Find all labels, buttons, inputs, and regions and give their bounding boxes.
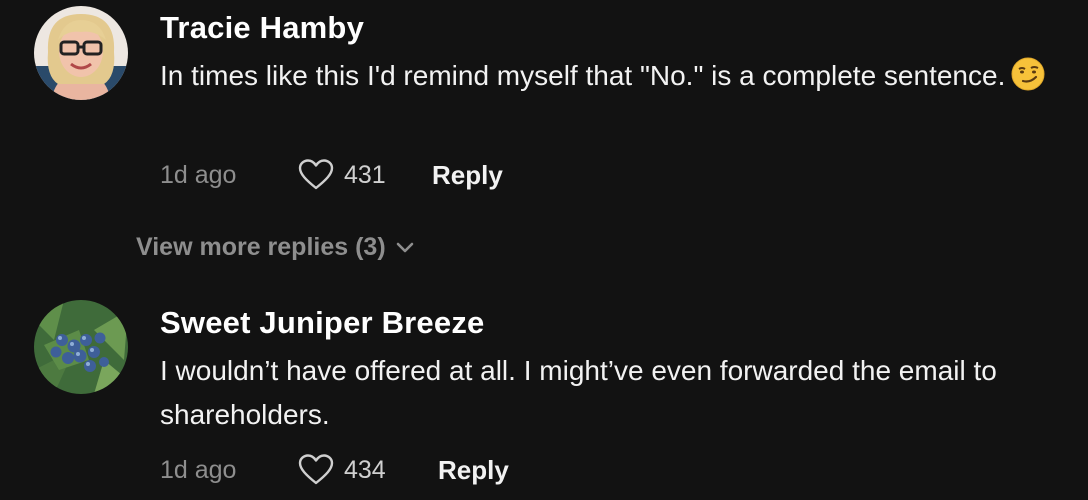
avatar[interactable]: [34, 300, 128, 394]
heart-icon: [298, 159, 334, 190]
like-count: 431: [344, 161, 386, 189]
comment-text: I wouldn’t have offered at all. I might’…: [160, 355, 997, 430]
comment-body: In times like this I'd remind myself tha…: [160, 60, 1006, 91]
like-count: 434: [344, 456, 386, 484]
comment-meta: 1d ago 434 Reply: [160, 453, 560, 487]
comment-author[interactable]: Tracie Hamby: [160, 10, 364, 46]
heart-icon: [298, 454, 334, 485]
view-more-replies-button[interactable]: View more replies (3): [136, 230, 414, 264]
view-more-replies-label: View more replies (3): [136, 233, 386, 261]
smirking-face-icon: [1011, 57, 1045, 104]
avatar[interactable]: [34, 6, 128, 100]
comment-text: In times like this I'd remind myself tha…: [160, 54, 1080, 104]
reply-button[interactable]: Reply: [432, 158, 503, 192]
comment-author[interactable]: Sweet Juniper Breeze: [160, 305, 484, 341]
chevron-down-icon: [396, 243, 413, 253]
comment-meta: 1d ago 431 Reply: [160, 158, 560, 192]
comment-timestamp: 1d ago: [160, 161, 237, 189]
reply-button[interactable]: Reply: [438, 453, 509, 487]
comment-timestamp: 1d ago: [160, 456, 237, 484]
